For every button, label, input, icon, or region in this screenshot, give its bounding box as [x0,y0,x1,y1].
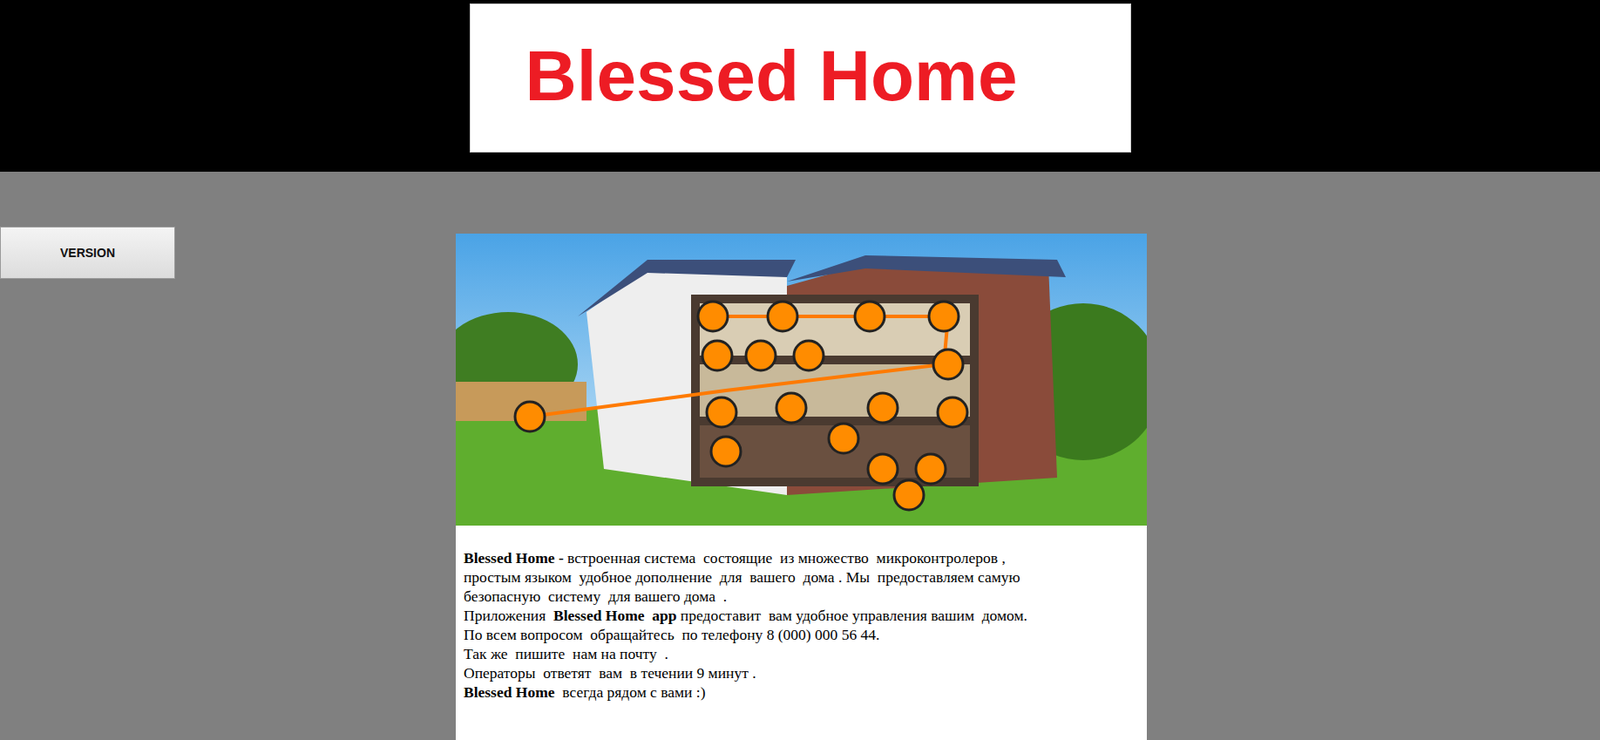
text-segment: Blessed Home app [553,606,677,624]
description-line: Blessed Home всегда рядом с вами :) [463,682,1139,702]
text-segment: безопасную систему для вашего дома . [463,587,727,605]
content-panel: Blessed Home - встроенная система состоя… [455,233,1147,740]
description-line: По всем вопросом обращайтесь по телефону… [463,624,1139,645]
logo-box: Blessed Home [469,3,1132,153]
description-line: безопасную систему для вашего дома . [463,586,1139,606]
text-segment: предоставит вам удобное управления вашим… [676,606,1028,624]
text-segment: Blessed Home - [463,549,564,567]
text-segment: По всем вопросом обращайтесь по телефону… [463,625,880,644]
version-button[interactable]: VERSION [0,226,176,279]
description-line: простым языком удобное дополнение для ва… [463,567,1139,587]
text-segment: всегда рядом с вами :) [555,683,706,701]
page: Blessed Home VERSION Blessed Home - встрое… [0,0,1600,740]
main: VERSION Blessed Home - встроенная система… [0,171,1600,740]
text-segment: Blessed Home [463,683,556,701]
header: Blessed Home [0,0,1600,172]
text-segment: Операторы ответят вам в течении 9 минут … [463,664,757,682]
sidebar: VERSION [0,171,176,740]
text-segment: Приложения [463,606,554,624]
description-line: Blessed Home - встроенная система состоя… [463,548,1139,568]
text-segment: Так же пишите нам на почту . [463,644,669,663]
logo: Blessed Home [525,40,1018,117]
text-segment: простым языком удобное дополнение для ва… [463,568,1021,586]
description-line: Так же пишите нам на почту . [463,644,1139,664]
house-image [455,233,1147,526]
description-line: Приложения Blessed Home app предоставит … [463,605,1139,625]
text-segment: встроенная система состоящие из множеств… [563,549,1006,567]
description-line: Операторы ответят вам в течении 9 минут … [463,663,1139,683]
description: Blessed Home - встроенная система состоя… [455,525,1147,719]
